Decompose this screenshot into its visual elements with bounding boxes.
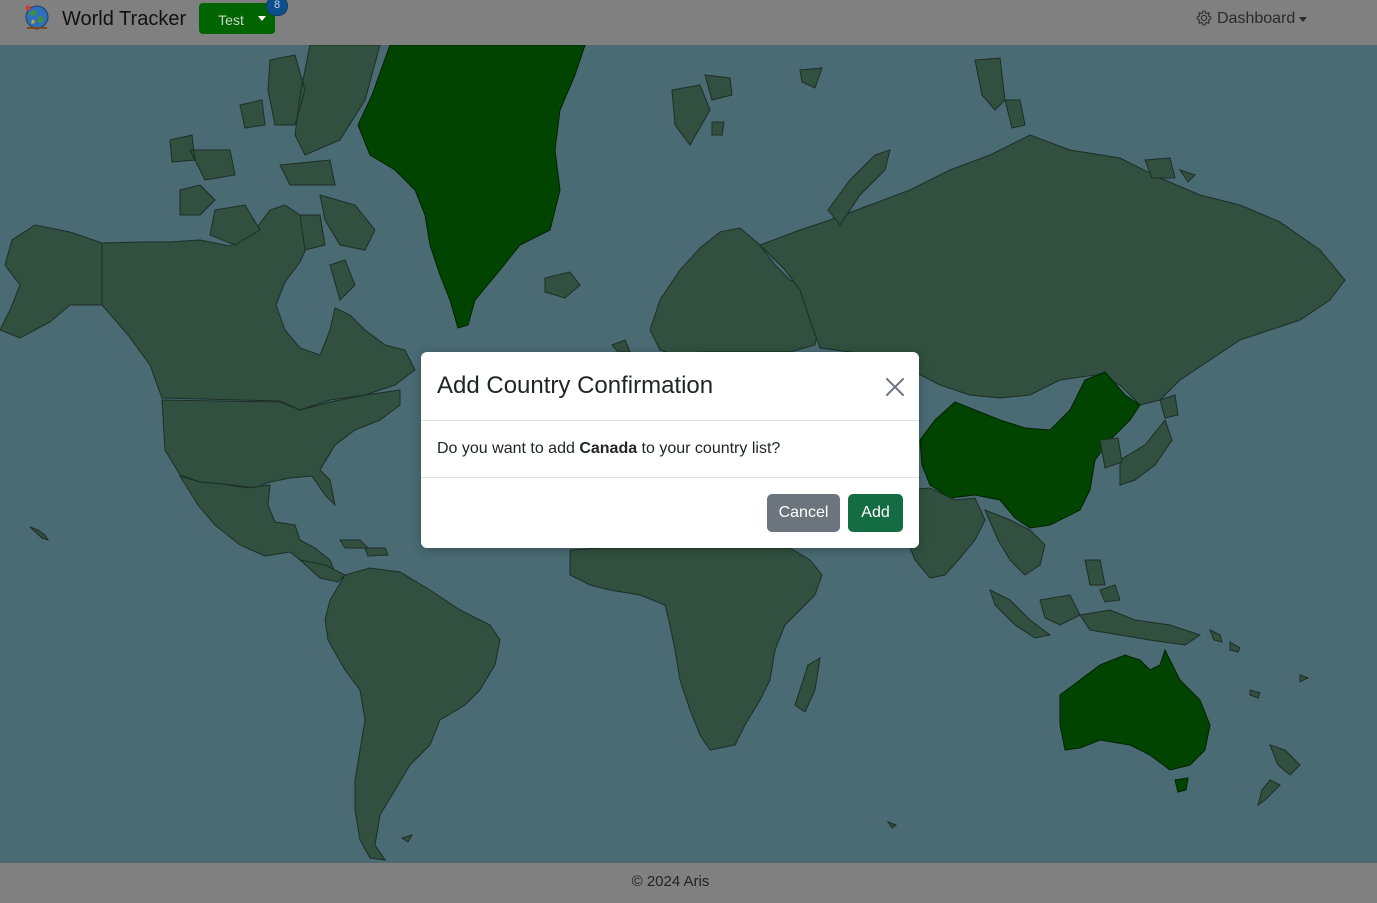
globe-icon (25, 5, 49, 30)
user-dropdown: Test (199, 3, 275, 34)
country-name: Canada (579, 440, 638, 457)
country-new-zealand[interactable] (1257, 744, 1301, 807)
country-tasmania[interactable] (1174, 777, 1189, 793)
modal-header: Add Country Confirmation (421, 352, 919, 421)
korea-region[interactable] (1099, 437, 1123, 469)
modal-footer: Cancel Add (421, 477, 919, 549)
navbar: World Tracker Test 8 Dashboard (0, 0, 1377, 45)
dashboard-dropdown[interactable]: Dashboard (1196, 9, 1316, 31)
chevron-down-icon (1299, 17, 1307, 22)
copyright-text: © 2024 Aris (631, 873, 710, 890)
cancel-button[interactable]: Cancel (767, 494, 840, 532)
country-iceland[interactable] (544, 271, 581, 299)
brand-title[interactable]: World Tracker (62, 8, 186, 31)
gear-icon (1196, 10, 1212, 26)
country-australia[interactable] (1059, 648, 1211, 771)
footer: © 2024 Aris (0, 863, 1377, 903)
visited-count-badge: 8 (266, 0, 288, 16)
modal-body: Do you want to add Canada to your countr… (437, 440, 780, 458)
add-button[interactable]: Add (848, 494, 903, 532)
southeast-asia[interactable] (984, 509, 1202, 646)
add-country-modal: Add Country Confirmation Do you want to … (421, 352, 919, 548)
africa[interactable] (569, 547, 823, 751)
country-madagascar[interactable] (794, 657, 821, 713)
modal-title: Add Country Confirmation (437, 372, 714, 399)
user-button[interactable]: Test (199, 3, 263, 34)
modal-body-prefix: Do you want to add (437, 440, 580, 457)
dashboard-label: Dashboard (1217, 10, 1296, 27)
close-icon[interactable] (883, 375, 907, 399)
south-america[interactable] (324, 567, 501, 861)
country-alaska[interactable] (0, 224, 103, 339)
modal-body-suffix: to your country list? (637, 440, 781, 457)
country-uk[interactable] (611, 339, 631, 353)
svalbard[interactable] (671, 67, 823, 146)
